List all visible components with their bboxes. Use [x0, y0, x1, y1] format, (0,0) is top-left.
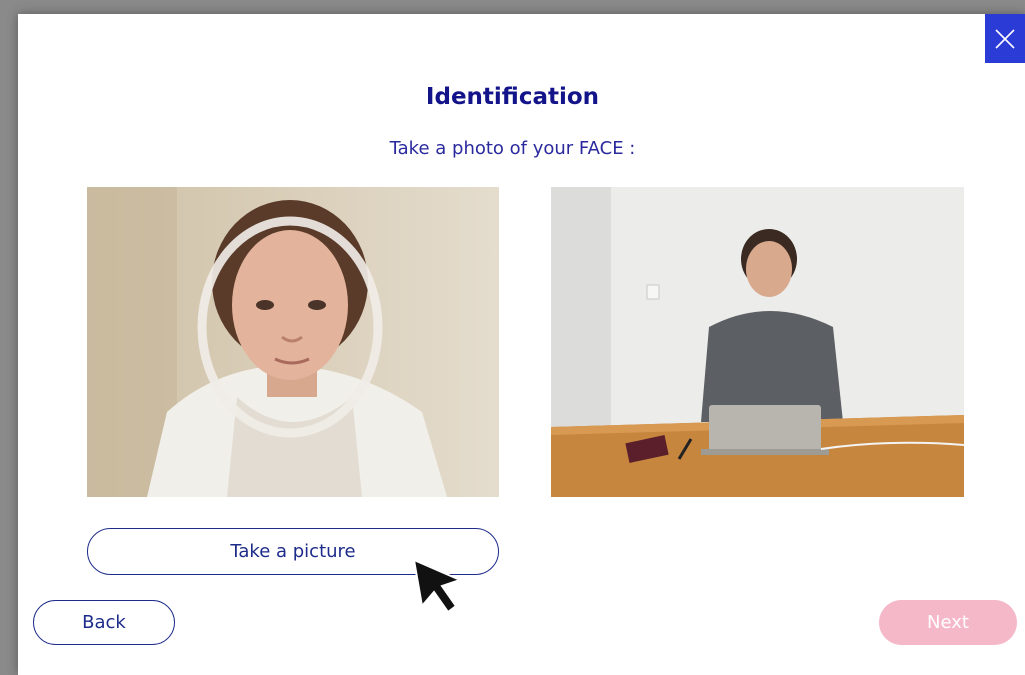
camera-preview — [87, 187, 499, 497]
example-photo — [551, 187, 964, 497]
mouse-pointer-icon — [412, 558, 463, 614]
close-button[interactable] — [985, 14, 1025, 63]
dialog-subtitle: Take a photo of your FACE : — [389, 138, 636, 159]
next-button[interactable]: Next — [879, 600, 1017, 645]
back-button[interactable]: Back — [33, 600, 175, 645]
dialog-title: Identification — [425, 84, 600, 110]
close-icon — [995, 28, 1015, 49]
